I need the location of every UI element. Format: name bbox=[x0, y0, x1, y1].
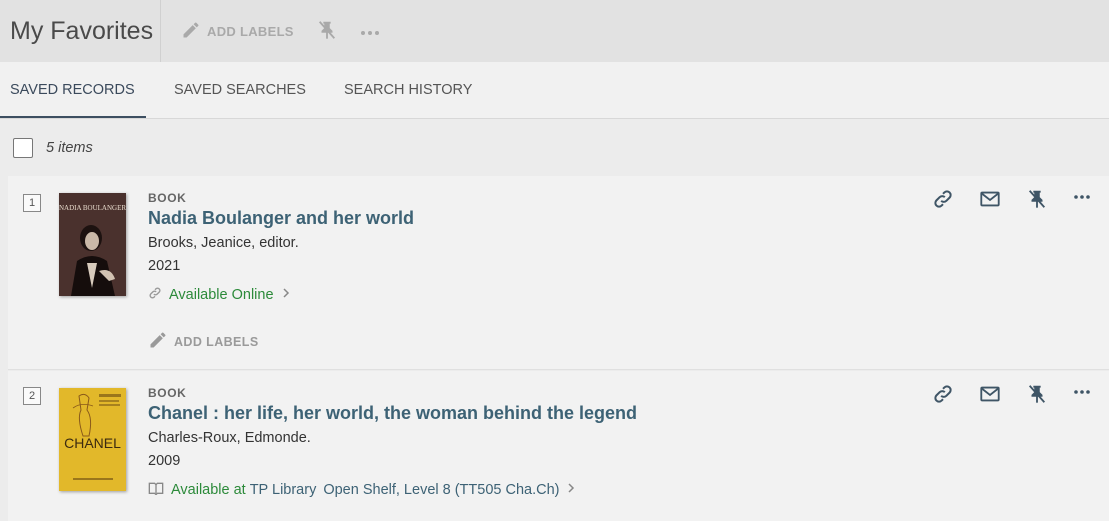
page-title: My Favorites bbox=[10, 17, 154, 45]
unpin-all-button[interactable] bbox=[316, 18, 338, 45]
tab-search-history[interactable]: SEARCH HISTORY bbox=[334, 62, 482, 118]
select-all-checkbox[interactable] bbox=[13, 137, 33, 158]
more-actions-button[interactable] bbox=[360, 24, 380, 39]
more-icon bbox=[360, 24, 380, 39]
record-title[interactable]: Nadia Boulanger and her world bbox=[148, 208, 414, 229]
tab-saved-searches[interactable]: SAVED SEARCHES bbox=[164, 62, 324, 118]
record-item: 1 NADIA BOULANGER BOOK Nadia Boulanger a… bbox=[8, 176, 1109, 370]
tab-saved-records[interactable]: SAVED RECORDS bbox=[0, 62, 146, 118]
availability-status: Available Online bbox=[169, 287, 274, 303]
cover-title: CHANEL bbox=[64, 435, 121, 451]
more-icon[interactable] bbox=[1073, 188, 1091, 210]
chevron-right-icon bbox=[566, 482, 576, 498]
availability-link[interactable]: Available Online bbox=[148, 286, 414, 304]
email-icon[interactable] bbox=[979, 383, 1001, 405]
book-location-icon bbox=[148, 481, 164, 499]
chevron-right-icon bbox=[281, 287, 291, 303]
record-type: BOOK bbox=[148, 191, 187, 205]
pencil-icon bbox=[148, 330, 168, 353]
unpin-icon[interactable] bbox=[1026, 188, 1048, 210]
add-labels-label: ADD LABELS bbox=[174, 334, 259, 349]
availability-status: Available at bbox=[171, 482, 246, 498]
shelf-location: Open Shelf, Level 8 (TT505 Cha.Ch) bbox=[323, 482, 560, 498]
more-icon[interactable] bbox=[1073, 383, 1091, 405]
permalink-icon[interactable] bbox=[932, 383, 954, 405]
book-cover[interactable]: CHANEL bbox=[59, 388, 126, 491]
record-details: BOOK Chanel : her life, her world, the w… bbox=[148, 386, 637, 499]
record-year: 2009 bbox=[148, 453, 181, 469]
library-name: TP Library bbox=[249, 482, 317, 498]
add-labels-label: ADD LABELS bbox=[207, 23, 294, 39]
record-actions bbox=[932, 188, 1091, 210]
items-count: 5 items bbox=[46, 139, 93, 156]
record-author: Charles-Roux, Edmonde. bbox=[148, 430, 311, 446]
record-item: 2 CHANEL BOOK Chanel : her life, her wor… bbox=[8, 371, 1109, 521]
favorites-tabs: SAVED RECORDS SAVED SEARCHES SEARCH HIST… bbox=[0, 62, 1109, 119]
record-type: BOOK bbox=[148, 386, 187, 400]
link-icon bbox=[148, 286, 162, 304]
unpin-icon[interactable] bbox=[1026, 383, 1048, 405]
record-title[interactable]: Chanel : her life, her world, the woman … bbox=[148, 403, 637, 424]
record-year: 2021 bbox=[148, 258, 181, 274]
select-all-row: 5 items bbox=[0, 119, 1109, 176]
record-author: Brooks, Jeanice, editor. bbox=[148, 235, 299, 251]
unpin-icon bbox=[316, 18, 338, 45]
record-details: BOOK Nadia Boulanger and her world Brook… bbox=[148, 191, 414, 353]
email-icon[interactable] bbox=[979, 188, 1001, 210]
book-cover[interactable]: NADIA BOULANGER bbox=[59, 193, 126, 296]
header-bar: My Favorites ADD LABELS bbox=[0, 0, 1109, 62]
permalink-icon[interactable] bbox=[932, 188, 954, 210]
record-number: 1 bbox=[23, 194, 41, 212]
header-divider bbox=[160, 0, 161, 62]
add-labels-button[interactable]: ADD LABELS bbox=[181, 20, 294, 43]
record-number: 2 bbox=[23, 387, 41, 405]
pencil-icon bbox=[181, 20, 201, 43]
record-actions bbox=[932, 383, 1091, 405]
cover-title: NADIA BOULANGER bbox=[59, 204, 126, 212]
record-add-labels-button[interactable]: ADD LABELS bbox=[148, 330, 414, 353]
availability-link[interactable]: Available at TP Library Open Shelf, Leve… bbox=[148, 481, 637, 499]
